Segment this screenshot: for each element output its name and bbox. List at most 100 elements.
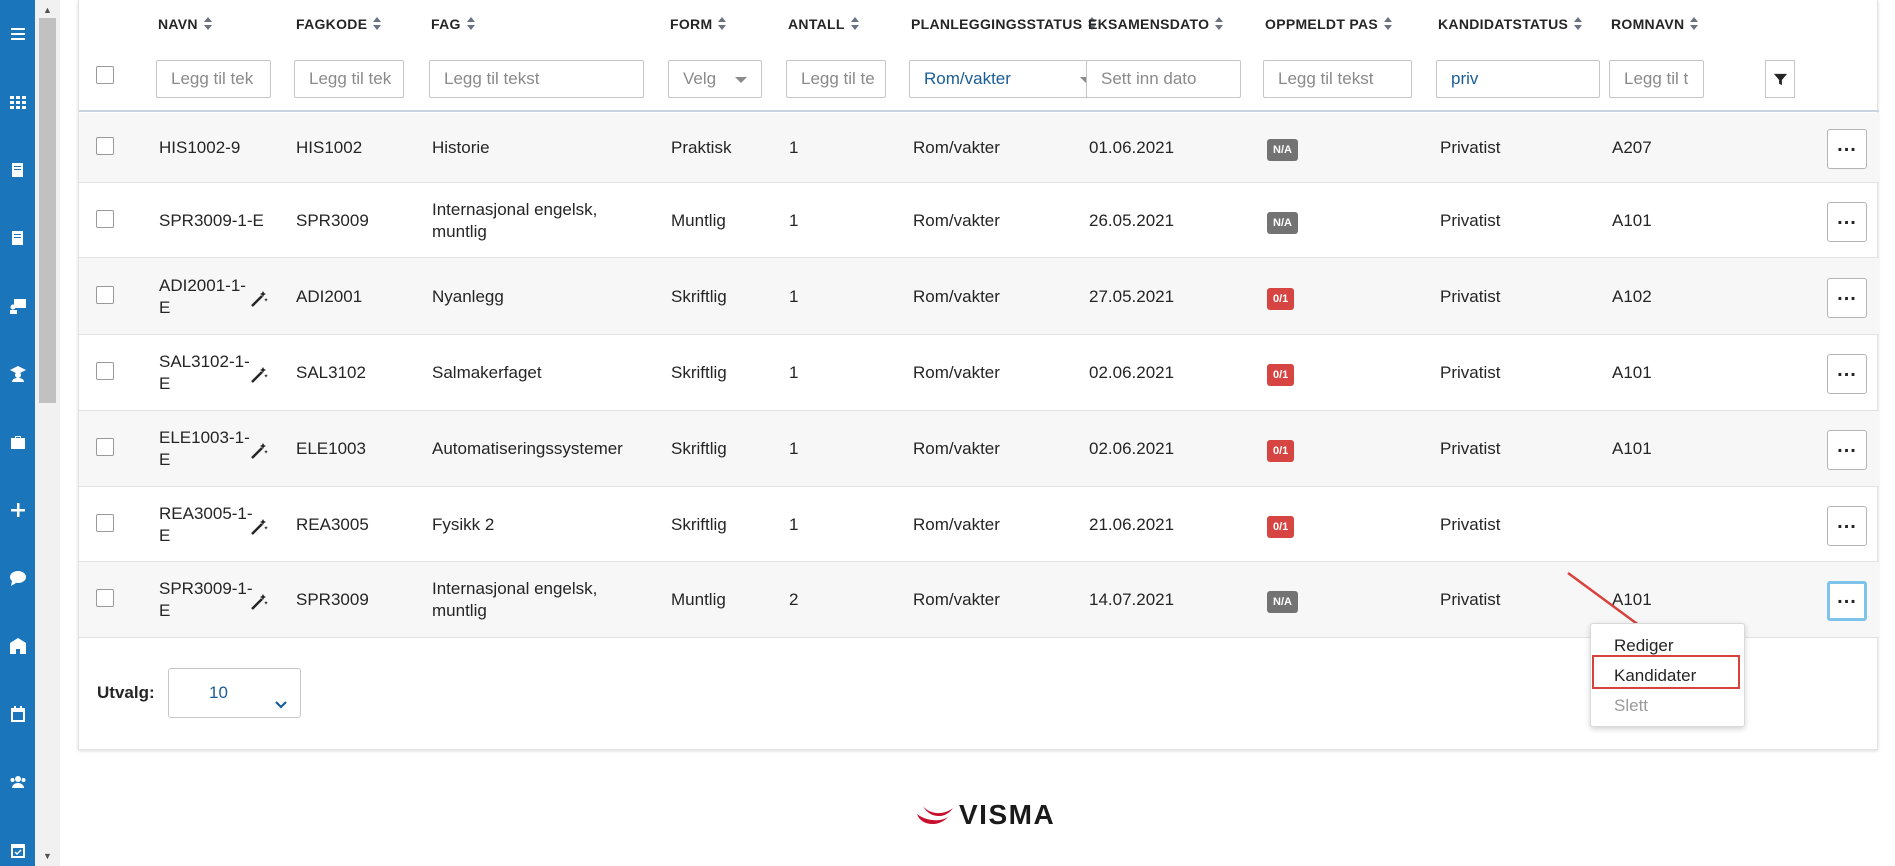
visma-logo-text: VISMA: [959, 799, 1056, 830]
cell-romnavn: A101: [1612, 210, 1652, 230]
cell-kandidatstatus: Privatist: [1440, 286, 1501, 306]
sort-icon[interactable]: [1574, 17, 1583, 33]
apps-grid-icon[interactable]: [0, 87, 35, 117]
book-open-icon[interactable]: [0, 223, 35, 253]
select-all-checkbox[interactable]: [96, 66, 114, 84]
column-header-label: ROMNAVN: [1611, 16, 1685, 32]
column-header-form[interactable]: FORM: [670, 16, 727, 33]
filter-eksamensdato[interactable]: Sett inn dato: [1086, 60, 1241, 98]
calendar-icon[interactable]: [0, 699, 35, 729]
column-header-antall[interactable]: ANTALL: [788, 16, 859, 33]
row-checkbox[interactable]: [96, 137, 114, 155]
filter-kandidatstatus[interactable]: priv: [1436, 60, 1600, 98]
plus-icon[interactable]: [0, 495, 35, 525]
cell-fag-line2: muntlig: [432, 601, 487, 620]
sort-icon[interactable]: [1215, 17, 1224, 33]
cell-navn-line2: E: [159, 525, 171, 545]
table-row[interactable]: REA3005-1- E REA3005 Fysikk 2 Skriftlig 1 Rom/…: [79, 487, 1879, 562]
funnel-icon: [1773, 73, 1787, 85]
filter-fag[interactable]: Legg til tekst: [429, 60, 644, 98]
more-dots-icon: ...: [1837, 435, 1857, 457]
row-actions-button[interactable]: ...: [1827, 129, 1867, 169]
table-row[interactable]: ADI2001-1- E ADI2001 Nyanlegg Skriftlig 1 Rom/…: [79, 258, 1879, 335]
cell-planleggingsstatus: Rom/vakter: [913, 286, 1000, 306]
sort-icon[interactable]: [1384, 17, 1393, 33]
book-icon[interactable]: [0, 155, 35, 185]
column-header-fagkode[interactable]: FAGKODE: [296, 16, 382, 33]
sort-icon[interactable]: [718, 17, 727, 33]
cell-fag: Internasjonal engelsk, muntlig: [432, 578, 597, 622]
table-row[interactable]: SPR3009-1-E SPR3009 Internasjonal engelsk,…: [79, 183, 1879, 258]
row-checkbox[interactable]: [96, 362, 114, 380]
scroll-up-arrow-icon[interactable]: ▲: [35, 2, 60, 18]
row-checkbox[interactable]: [96, 285, 114, 304]
cell-fagkode: SPR3009: [296, 590, 369, 609]
column-header-label: EKSAMENSDATO: [1088, 16, 1210, 32]
filter-toggle-button[interactable]: [1765, 60, 1795, 98]
table-row[interactable]: SAL3102-1- E SAL3102 Salmakerfaget Skriftlig…: [79, 335, 1879, 411]
sort-icon[interactable]: [203, 17, 212, 33]
filter-text: Velg: [683, 69, 717, 88]
cell-romnavn: A101: [1612, 363, 1652, 382]
row-actions-button[interactable]: ...: [1827, 277, 1867, 318]
magic-wand-icon: [250, 290, 268, 308]
row-actions-button[interactable]: ...: [1827, 201, 1867, 242]
sort-icon[interactable]: [1690, 17, 1699, 33]
chat-icon[interactable]: [0, 563, 35, 593]
users-icon[interactable]: [0, 767, 35, 797]
filter-antall[interactable]: Legg til te: [786, 60, 886, 98]
chevron-down-icon: [274, 682, 288, 730]
filter-romnavn[interactable]: Legg til t: [1609, 60, 1704, 98]
sort-icon[interactable]: [466, 17, 475, 33]
row-actions-button[interactable]: ...: [1827, 354, 1867, 394]
column-header-romnavn[interactable]: ROMNAVN: [1611, 16, 1699, 33]
row-checkbox[interactable]: [96, 513, 114, 532]
row-actions-button[interactable]: ...: [1827, 430, 1867, 470]
page-scrollbar[interactable]: ▲ ▼: [35, 0, 60, 866]
page-size-select[interactable]: 10: [168, 668, 301, 718]
cell-planleggingsstatus: Rom/vakter: [913, 439, 1000, 458]
menu-icon[interactable]: [0, 19, 35, 49]
sort-icon[interactable]: [373, 17, 382, 33]
calendar-check-icon[interactable]: [0, 835, 35, 865]
row-actions-button[interactable]: ...: [1827, 581, 1867, 621]
column-header-fag[interactable]: FAG: [431, 16, 475, 33]
scrollbar-thumb[interactable]: [39, 18, 56, 403]
row-checkbox[interactable]: [96, 438, 114, 456]
column-header-kandidatstatus[interactable]: KANDIDATSTATUS: [1438, 16, 1583, 33]
scroll-down-arrow-icon[interactable]: ▼: [35, 848, 60, 864]
table-row[interactable]: ELE1003-1- E ELE1003 Automatiseringssysteme…: [79, 411, 1879, 487]
presentation-icon[interactable]: [0, 291, 35, 321]
table-row[interactable]: HIS1002-9 HIS1002 Historie Praktisk 1 Rom/vak…: [79, 113, 1879, 183]
more-dots-icon: ...: [1837, 359, 1857, 381]
row-actions-button[interactable]: ...: [1827, 505, 1867, 546]
column-header-planleggingsstatus[interactable]: PLANLEGGINGSSTATUS: [911, 16, 1097, 33]
magic-wand-icon: [250, 442, 268, 460]
cell-form: Skriftlig: [671, 439, 727, 458]
cell-fag-line2: muntlig: [432, 221, 487, 241]
graduate-icon[interactable]: [0, 359, 35, 389]
filter-planleggingsstatus[interactable]: Rom/vakter: [909, 60, 1107, 98]
cell-kandidatstatus: Privatist: [1440, 210, 1501, 230]
school-icon[interactable]: [0, 631, 35, 661]
cell-planleggingsstatus: Rom/vakter: [913, 590, 1000, 609]
cell-navn-line2: E: [159, 450, 171, 469]
sort-icon[interactable]: [850, 17, 859, 33]
cell-kandidatstatus: Privatist: [1440, 590, 1501, 609]
column-header-navn[interactable]: NAVN: [158, 16, 212, 33]
column-header-oppmeldt-pas[interactable]: OPPMELDT PAS: [1265, 16, 1393, 33]
more-dots-icon: ...: [1837, 510, 1857, 533]
row-checkbox[interactable]: [96, 589, 114, 607]
filter-oppmeldt-pas[interactable]: Legg til tekst: [1263, 60, 1412, 98]
row-checkbox[interactable]: [96, 209, 114, 228]
menu-item-rediger[interactable]: Rediger: [1614, 636, 1674, 656]
cell-kandidatstatus: Privatist: [1440, 138, 1501, 157]
filter-fagkode[interactable]: Legg til tek: [294, 60, 404, 98]
menu-item-slett[interactable]: Slett: [1614, 696, 1648, 716]
briefcase-icon[interactable]: [0, 427, 35, 457]
cell-navn-line2: E: [159, 297, 171, 317]
cell-eksamensdato: 02.06.2021: [1089, 363, 1175, 382]
filter-form[interactable]: Velg: [668, 60, 762, 98]
column-header-eksamensdato[interactable]: EKSAMENSDATO: [1088, 16, 1224, 33]
filter-navn[interactable]: Legg til tek: [156, 60, 271, 98]
